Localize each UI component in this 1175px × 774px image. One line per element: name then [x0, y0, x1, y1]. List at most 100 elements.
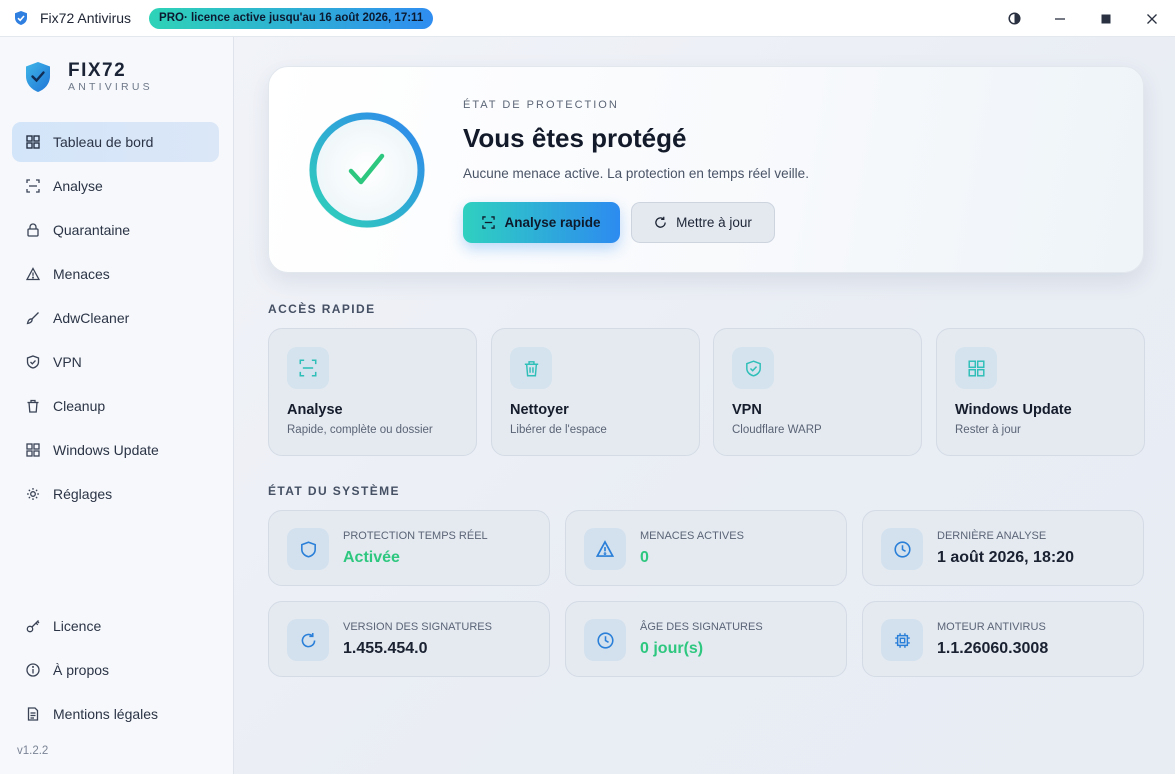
window-title: Fix72 Antivirus	[40, 10, 132, 26]
trash-icon	[27, 399, 39, 413]
sidebar-item-cleanup[interactable]: Cleanup	[12, 386, 219, 426]
status-value: 0 jour(s)	[640, 640, 704, 657]
refresh-icon	[301, 632, 315, 647]
clock-icon	[893, 540, 911, 558]
status-value: 1.455.454.0	[343, 640, 428, 657]
theme-toggle-icon	[1007, 12, 1021, 25]
status-card-last-scan: DERNIÈRE ANALYSE 1 août 2026, 18:20	[862, 510, 1144, 586]
status-card-signature-version: VERSION DES SIGNATURES 1.455.454.0	[268, 601, 550, 677]
cpu-chip-icon	[894, 632, 910, 648]
windows-icon	[967, 359, 985, 377]
sidebar-item-adwcleaner[interactable]: AdwCleaner	[12, 298, 219, 338]
refresh-icon	[655, 216, 666, 228]
brush-icon	[26, 312, 39, 325]
sidebar-item-label: Quarantaine	[53, 222, 131, 238]
sidebar-item-label: À propos	[53, 662, 110, 678]
system-status-title: ÉTAT DU SYSTÈME	[268, 484, 400, 498]
sidebar-item-licence[interactable]: Licence	[12, 606, 219, 646]
trash-icon	[524, 360, 538, 377]
status-label: ÂGE DES SIGNATURES	[640, 621, 763, 633]
status-card-antivirus-engine: MOTEUR ANTIVIRUS 1.1.26060.3008	[862, 601, 1144, 677]
quick-card-subtitle: Libérer de l'espace	[510, 424, 607, 436]
close-button[interactable]	[1129, 0, 1175, 37]
scan-icon	[26, 179, 40, 193]
sidebar-item-vpn[interactable]: VPN	[12, 342, 219, 382]
minimize-button[interactable]	[1037, 0, 1083, 37]
status-card-signature-age: ÂGE DES SIGNATURES 0 jour(s)	[565, 601, 847, 677]
status-label: MOTEUR ANTIVIRUS	[937, 621, 1046, 633]
sidebar-item-label: Mentions légales	[53, 706, 159, 722]
sidebar-item-analyse[interactable]: Analyse	[12, 166, 219, 206]
sidebar-item-mentions-legales[interactable]: Mentions légales	[12, 694, 219, 734]
minimize-icon	[1055, 17, 1065, 20]
sidebar-item-label: Licence	[53, 618, 102, 634]
protected-check-icon	[309, 112, 425, 228]
clock-icon	[596, 631, 614, 649]
sidebar-item-label: Réglages	[53, 486, 113, 502]
windows-icon	[26, 443, 40, 457]
status-value: 1 août 2026, 18:20	[937, 549, 1074, 566]
sidebar-item-label: AdwCleaner	[53, 310, 130, 326]
scan-icon	[299, 359, 317, 377]
shield-icon	[300, 540, 316, 558]
quick-card-analyse[interactable]: Analyse Rapide, complète ou dossier	[268, 328, 477, 456]
quick-card-vpn[interactable]: VPN Cloudflare WARP	[713, 328, 922, 456]
sidebar-item-windows-update[interactable]: Windows Update	[12, 430, 219, 470]
sidebar-item-label: Cleanup	[53, 398, 106, 414]
quick-access-title: ACCÈS RAPIDE	[268, 302, 376, 316]
quick-card-title: Analyse	[287, 402, 343, 418]
status-card-realtime-protection: PROTECTION TEMPS RÉEL Activée	[268, 510, 550, 586]
shield-check-icon	[26, 355, 40, 369]
scan-icon	[482, 216, 496, 229]
app-logo-icon	[15, 11, 27, 25]
status-label: PROTECTION TEMPS RÉEL	[343, 530, 488, 542]
info-icon	[26, 663, 40, 677]
update-button[interactable]: Mettre à jour	[631, 202, 775, 243]
warning-icon	[596, 540, 614, 557]
protection-status-card: ÉTAT DE PROTECTION Vous êtes protégé Auc…	[268, 66, 1144, 273]
hero-description: Aucune menace active. La protection en t…	[463, 166, 809, 181]
license-badge: PRO· licence active jusqu'au 16 août 202…	[149, 7, 434, 29]
quick-scan-button[interactable]: Analyse rapide	[463, 202, 620, 243]
theme-toggle-button[interactable]	[991, 0, 1037, 37]
brand-subtitle: ANTIVIRUS	[68, 81, 153, 93]
brand-name: FIX72	[68, 60, 127, 81]
sidebar-item-label: Menaces	[53, 266, 110, 282]
close-icon	[1147, 13, 1157, 24]
quick-card-subtitle: Rester à jour	[955, 424, 1021, 436]
quick-card-title: Nettoyer	[510, 402, 569, 418]
sidebar-item-a-propos[interactable]: À propos	[12, 650, 219, 690]
title-bar: Fix72 Antivirus PRO· licence active jusq…	[0, 0, 1175, 37]
status-value: 0	[640, 549, 649, 566]
quick-card-nettoyer[interactable]: Nettoyer Libérer de l'espace	[491, 328, 700, 456]
brand-shield-icon	[26, 62, 50, 92]
quick-card-title: VPN	[732, 402, 762, 418]
status-value: Activée	[343, 549, 400, 566]
lock-icon	[27, 223, 39, 237]
sidebar-item-quarantaine[interactable]: Quarantaine	[12, 210, 219, 250]
status-card-active-threats: MENACES ACTIVES 0	[565, 510, 847, 586]
sidebar-item-label: Analyse	[53, 178, 103, 194]
key-icon	[26, 620, 40, 633]
shield-check-icon	[745, 359, 761, 377]
sidebar-item-label: Tableau de bord	[53, 134, 154, 150]
quick-scan-label: Analyse rapide	[504, 215, 601, 230]
quick-card-title: Windows Update	[955, 402, 1072, 418]
status-label: MENACES ACTIVES	[640, 530, 744, 542]
sidebar-item-label: Windows Update	[53, 442, 159, 458]
gear-icon	[27, 488, 39, 500]
maximize-button[interactable]	[1083, 0, 1129, 37]
sidebar-item-reglages[interactable]: Réglages	[12, 474, 219, 514]
warning-icon	[26, 267, 40, 281]
status-value: 1.1.26060.3008	[937, 640, 1049, 657]
brand: FIX72 ANTIVIRUS	[24, 61, 153, 93]
sidebar-item-label: VPN	[53, 354, 82, 370]
quick-card-windows-update[interactable]: Windows Update Rester à jour	[936, 328, 1145, 456]
app-version: v1.2.2	[17, 745, 49, 757]
status-label: VERSION DES SIGNATURES	[343, 621, 492, 633]
sidebar-item-tableau-de-bord[interactable]: Tableau de bord	[12, 122, 219, 162]
update-label: Mettre à jour	[676, 215, 752, 230]
sidebar-bottom-nav: Licence À propos Mentions légales	[12, 606, 219, 738]
sidebar-item-menaces[interactable]: Menaces	[12, 254, 219, 294]
dashboard-grid-icon	[26, 135, 40, 149]
